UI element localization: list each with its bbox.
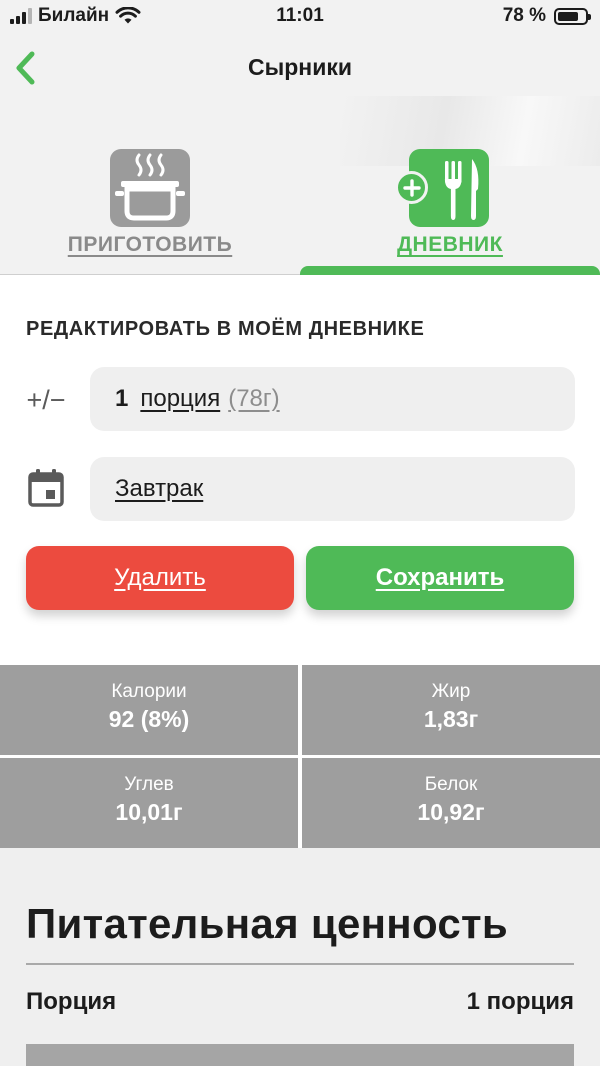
header-area: Сырники ПРИГОТОВИТЬ ДНЕВНИК	[0, 34, 600, 275]
portion-count: 1	[115, 385, 129, 412]
cooking-pot-icon	[110, 149, 190, 227]
nutrient-protein: Белок 10,92г	[302, 758, 600, 848]
nutrient-fat: Жир 1,83г	[302, 665, 600, 755]
tab-diary[interactable]: ДНЕВНИК	[300, 146, 600, 275]
nutrient-label: Белок	[424, 774, 478, 795]
meal-selector[interactable]: Завтрак	[90, 457, 575, 521]
nutrient-value: 1,83г	[423, 706, 479, 732]
status-bar: Билайн 11:01 78 %	[0, 0, 600, 34]
nutrient-value: 10,01г	[115, 799, 183, 825]
nutrition-divider	[26, 963, 574, 965]
save-button[interactable]: Сохранить	[306, 546, 574, 610]
section-title: РЕДАКТИРОВАТЬ В МОЁМ ДНЕВНИКЕ	[26, 318, 425, 340]
portion-row-value: 1 порция	[466, 988, 574, 1015]
nutrition-table-header	[26, 1044, 574, 1066]
portion-selector[interactable]: 1 порция (78г)	[90, 367, 575, 431]
tab-diary-label: ДНЕВНИК	[397, 233, 503, 256]
status-right: 78 %	[502, 5, 591, 27]
calendar-icon	[24, 466, 68, 510]
edit-diary-section: РЕДАКТИРОВАТЬ В МОЁМ ДНЕВНИКЕ +/− 1 порц…	[0, 275, 600, 665]
delete-button[interactable]: Удалить	[26, 546, 294, 610]
nutrition-facts: Питательная ценность Порция 1 порция	[0, 848, 600, 1066]
meal-value: Завтрак	[115, 475, 204, 502]
tab-cook-label: ПРИГОТОВИТЬ	[67, 233, 233, 256]
portion-row: Порция 1 порция	[26, 988, 574, 1016]
plus-badge-icon	[395, 171, 428, 204]
nutrition-heading: Питательная ценность	[26, 900, 509, 947]
tab-cook[interactable]: ПРИГОТОВИТЬ	[0, 146, 300, 275]
battery-percent: 78 %	[502, 5, 546, 26]
nutrient-value: 10,92г	[417, 799, 485, 825]
nutrient-label: Углев	[124, 774, 174, 795]
nutrient-summary: Калории 92 (8%) Жир 1,83г Углев 10,01г Б…	[0, 665, 600, 848]
add-fork-knife-icon	[395, 149, 489, 227]
nutrient-calories: Калории 92 (8%)	[0, 665, 298, 755]
plus-minus-icon: +/−	[26, 384, 66, 415]
nutrient-label: Калории	[111, 681, 187, 702]
active-tab-indicator	[300, 266, 600, 275]
portion-row-label: Порция	[26, 988, 117, 1015]
portion-unit: порция	[140, 385, 221, 412]
portion-weight: (78г)	[228, 385, 280, 412]
nutrient-label: Жир	[431, 681, 471, 702]
nutrient-value: 92 (8%)	[108, 706, 190, 732]
page-title: Сырники	[248, 54, 352, 80]
battery-fill	[558, 11, 579, 21]
nutrient-carbs: Углев 10,01г	[0, 758, 298, 848]
battery-icon	[554, 7, 591, 25]
